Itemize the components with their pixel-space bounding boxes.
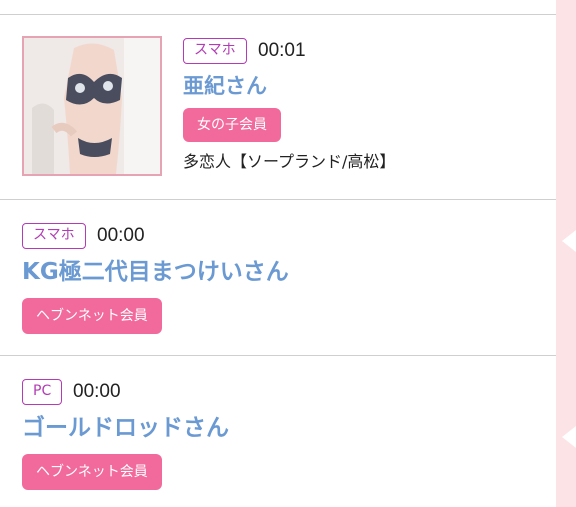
device-badge: PC	[22, 379, 63, 405]
access-history-page: スマホ 00:01 亜紀さん 女の子会員 多恋人【ソープランド/高松】 スマホ …	[0, 0, 576, 507]
shop-name: 多恋人【ソープランド/高松】	[183, 152, 396, 171]
device-badge: スマホ	[22, 223, 86, 249]
member-type-badge: ヘブンネット会員	[22, 454, 162, 490]
list-item[interactable]: スマホ 00:01 亜紀さん 女の子会員 多恋人【ソープランド/高松】	[0, 14, 556, 199]
list-item[interactable]: スマホ 00:00 KG極二代目まつけいさん ヘブンネット会員	[0, 200, 556, 355]
visitor-name-link[interactable]: 亜紀さん	[183, 72, 267, 100]
profile-photo-icon[interactable]	[22, 36, 162, 176]
right-side-panel	[556, 0, 576, 507]
profile-photo-image	[24, 38, 160, 174]
panel-notch-icon	[562, 230, 576, 252]
visitor-list: スマホ 00:01 亜紀さん 女の子会員 多恋人【ソープランド/高松】 スマホ …	[0, 0, 556, 507]
member-type-badge: ヘブンネット会員	[22, 298, 162, 334]
access-time: 00:00	[97, 225, 145, 246]
access-time: 00:01	[258, 40, 306, 61]
device-badge: スマホ	[183, 38, 247, 64]
access-time: 00:00	[73, 381, 121, 402]
visitor-name-link[interactable]: KG極二代目まつけいさん	[22, 256, 289, 288]
member-type-badge: 女の子会員	[183, 108, 281, 142]
panel-notch-icon	[562, 426, 576, 448]
visitor-name-link[interactable]: ゴールドロッドさん	[22, 412, 229, 444]
list-item[interactable]: PC 00:00 ゴールドロッドさん ヘブンネット会員	[0, 356, 556, 507]
